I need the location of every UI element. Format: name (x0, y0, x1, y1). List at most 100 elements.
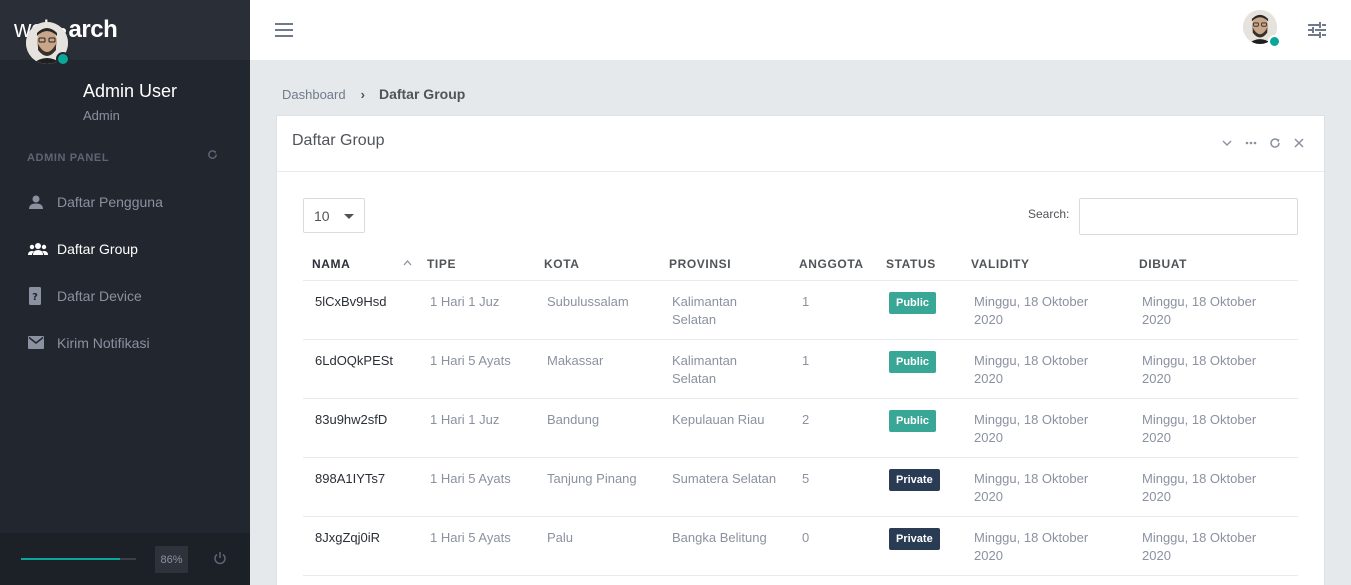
online-status-indicator (56, 52, 70, 66)
cell-anggota: 0 (790, 516, 877, 576)
close-icon[interactable] (1292, 136, 1306, 150)
search-label: Search: (1028, 207, 1070, 221)
sidebar-item-label: Daftar Pengguna (57, 193, 163, 210)
progress-bar-fill (21, 558, 120, 560)
search-input[interactable] (1079, 198, 1298, 235)
table-row[interactable]: 898A1IYTs7 1 Hari 5 Ayats Tanjung Pinang Su… (303, 457, 1298, 517)
cell-kota: Bandung (535, 398, 660, 458)
cell-provinsi: Kalimantan Selatan (660, 280, 790, 340)
cell-dibuat: Minggu, 18 Oktober 2020 (1130, 516, 1298, 576)
admin-panel-title: ADMIN PANEL (27, 152, 110, 164)
svg-text:?: ? (32, 292, 38, 303)
sidebar-footer: 86% (0, 533, 250, 585)
status-badge: Public (889, 350, 937, 373)
table-row[interactable]: 6LdOQkPESt 1 Hari 5 Ayats Makassar Kalimant… (303, 339, 1298, 399)
cell-validity: Minggu, 18 Oktober 2020 (962, 339, 1130, 399)
cell-dibuat: Minggu, 18 Oktober 2020 (1130, 398, 1298, 458)
status-badge: Private (889, 527, 940, 550)
cell-status: Public (877, 398, 962, 458)
breadcrumb-separator: › (360, 86, 365, 102)
cell-nama: 898A1IYTs7 (303, 457, 418, 517)
breadcrumb: Dashboard › Daftar Group (282, 86, 465, 102)
sort-asc-icon (403, 255, 412, 266)
collapse-icon[interactable] (1220, 136, 1234, 150)
cell-nama: 5lCxBv9Hsd (303, 280, 418, 340)
column-header-provinsi[interactable]: PROVINSI (660, 248, 790, 281)
cell-anggota: 1 (790, 280, 877, 340)
column-header-nama[interactable]: NAMA (303, 248, 418, 281)
online-status-indicator (1268, 35, 1281, 48)
cell-dibuat: Minggu, 18 Oktober 2020 (1130, 339, 1298, 399)
cell-kota: Palu (535, 516, 660, 576)
menu-toggle-icon[interactable] (275, 23, 293, 37)
cell-tipe: 1 Hari 1 Juz (418, 280, 535, 340)
card-tools (1220, 136, 1306, 150)
cell-tipe: 1 Hari 5 Ayats (418, 339, 535, 399)
user-name: Admin User (83, 81, 178, 101)
refresh-icon[interactable] (207, 148, 219, 160)
cell-provinsi: Sumatera Selatan (660, 457, 790, 517)
card-title: Daftar Group (292, 132, 385, 149)
cell-anggota: 1 (790, 339, 877, 399)
sidebar-item-daftar-group[interactable]: Daftar Group (0, 225, 250, 272)
sidebar-item-daftar-device[interactable]: ? Daftar Device (0, 272, 250, 319)
table-row[interactable]: 8JxgZqj0iR 1 Hari 5 Ayats Palu Bangka Belit… (303, 516, 1298, 576)
sidebar-item-label: Daftar Group (57, 240, 138, 257)
cell-kota: Subulussalam (535, 280, 660, 340)
table-row[interactable]: 83u9hw2sfD 1 Hari 1 Juz Bandung Kepulauan R… (303, 398, 1298, 458)
header-avatar[interactable] (1243, 10, 1281, 48)
top-header (250, 0, 1351, 60)
column-header-validity[interactable]: VALIDITY (962, 248, 1130, 281)
sidebar: webarch Admin User Admin ADMIN PANEL Daf… (0, 0, 250, 585)
status-badge: Private (889, 468, 940, 491)
column-header-tipe[interactable]: TIPE (418, 248, 535, 281)
cell-provinsi: Kepulauan Riau (660, 398, 790, 458)
page-length-value: 10 (314, 207, 330, 224)
page-length-select[interactable]: 10 (303, 198, 365, 233)
cell-kota: Tanjung Pinang (535, 457, 660, 517)
settings-sliders-icon[interactable] (1307, 20, 1327, 40)
users-icon (28, 240, 48, 258)
cell-nama: 83u9hw2sfD (303, 398, 418, 458)
column-header-status[interactable]: STATUS (877, 248, 962, 281)
column-header-anggota[interactable]: ANGGOTA (790, 248, 877, 281)
table-row[interactable]: 5lCxBv9Hsd 1 Hari 1 Juz Subulussalam Kalima… (303, 280, 1298, 340)
sidebar-item-kirim-notifikasi[interactable]: Kirim Notifikasi (0, 319, 250, 366)
envelope-icon (28, 334, 48, 352)
user-icon (28, 193, 48, 211)
progress-percent-label: 86% (155, 546, 188, 573)
cell-anggota: 2 (790, 398, 877, 458)
sidebar-item-label: Kirim Notifikasi (57, 334, 150, 351)
cell-status: Public (877, 280, 962, 340)
column-header-label: NAMA (312, 256, 351, 271)
more-options-icon[interactable] (1244, 136, 1258, 150)
cell-provinsi: Bangka Belitung (660, 516, 790, 576)
status-badge: Public (889, 409, 937, 432)
sidebar-avatar[interactable] (26, 22, 70, 66)
breadcrumb-dashboard-link[interactable]: Dashboard (282, 87, 346, 102)
cell-validity: Minggu, 18 Oktober 2020 (962, 516, 1130, 576)
column-header-dibuat[interactable]: DIBUAT (1130, 248, 1298, 281)
group-table: NAMA TIPE KOTA PROVINSI ANGGOTA STATUS V… (303, 248, 1298, 576)
reload-icon[interactable] (1268, 136, 1282, 150)
cell-validity: Minggu, 18 Oktober 2020 (962, 280, 1130, 340)
brand-logo-part2: arch (68, 16, 118, 43)
sidebar-item-daftar-pengguna[interactable]: Daftar Pengguna (0, 178, 250, 225)
cell-validity: Minggu, 18 Oktober 2020 (962, 457, 1130, 517)
cell-nama: 8JxgZqj0iR (303, 516, 418, 576)
cell-anggota: 5 (790, 457, 877, 517)
column-header-kota[interactable]: KOTA (535, 248, 660, 281)
cell-nama: 6LdOQkPESt (303, 339, 418, 399)
cell-tipe: 1 Hari 1 Juz (418, 398, 535, 458)
status-badge: Public (889, 291, 937, 314)
power-icon[interactable] (213, 551, 229, 567)
cell-tipe: 1 Hari 5 Ayats (418, 457, 535, 517)
cell-status: Private (877, 457, 962, 517)
cell-status: Public (877, 339, 962, 399)
table-header-row: NAMA TIPE KOTA PROVINSI ANGGOTA STATUS V… (303, 248, 1298, 281)
cell-tipe: 1 Hari 5 Ayats (418, 516, 535, 576)
cell-provinsi: Kalimantan Selatan (660, 339, 790, 399)
cell-validity: Minggu, 18 Oktober 2020 (962, 398, 1130, 458)
sidebar-item-label: Daftar Device (57, 287, 142, 304)
breadcrumb-current: Daftar Group (378, 86, 466, 102)
